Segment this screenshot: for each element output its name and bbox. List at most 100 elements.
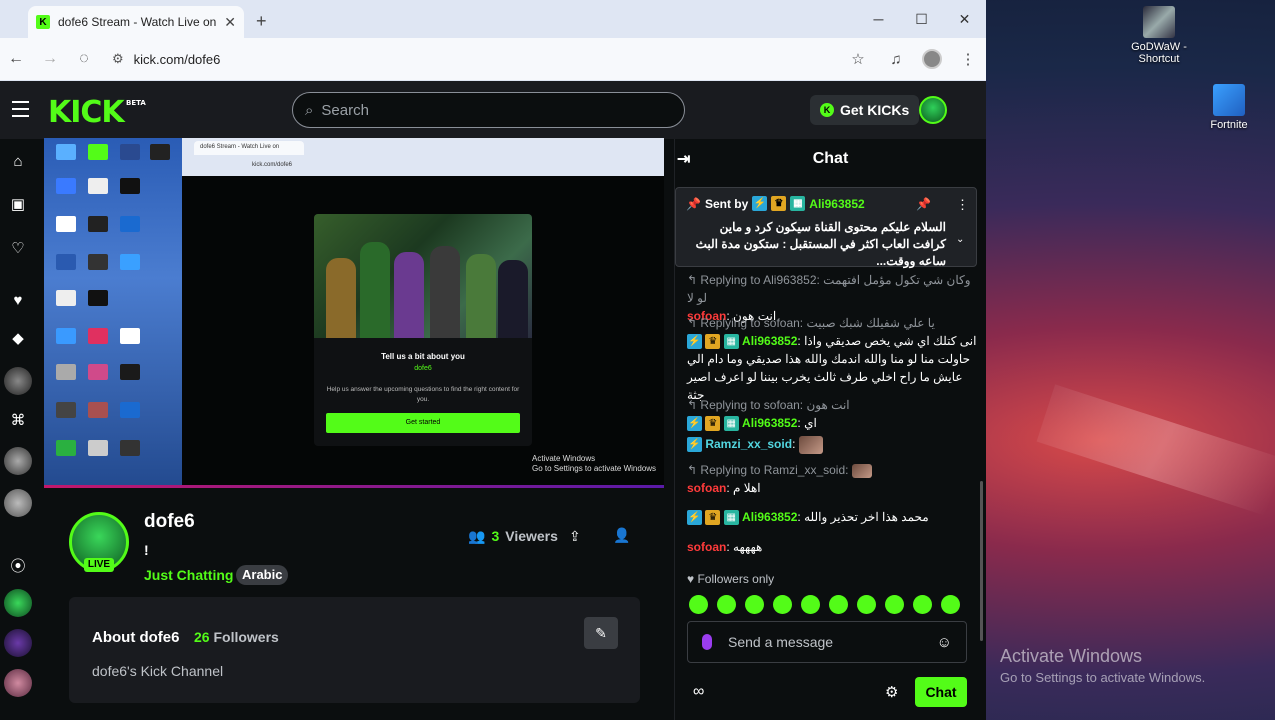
logo-text: KICK [48, 95, 125, 130]
live-broadcast-icon[interactable]: ⦿ [8, 557, 28, 577]
user-avatar[interactable] [919, 96, 947, 124]
pinned-sent-by: Sent by [704, 196, 749, 211]
back-icon[interactable]: ← [6, 50, 26, 68]
emote-button[interactable] [717, 595, 736, 614]
video-activate-line1: Activate Windows [532, 454, 596, 463]
chat-input[interactable]: Send a message ☺ [687, 621, 967, 663]
get-kicks-button[interactable]: K Get KICKs [810, 95, 920, 125]
reply-text: يا علي شفيلك شبك صبيت [806, 316, 935, 330]
video-progress-bar[interactable] [44, 485, 664, 488]
close-tab-icon[interactable]: ✕ [224, 14, 236, 31]
chat-username[interactable]: Ali963852 [742, 416, 797, 430]
emote-button[interactable] [941, 595, 960, 614]
more-menu-icon[interactable]: ⋮ [956, 50, 980, 68]
video-modal-name: dofe6 [414, 365, 432, 372]
window-controls: ─ ☐ ✕ [857, 0, 986, 38]
bookmark-star-icon[interactable]: ☆ [846, 50, 870, 68]
address-bar: ← → ◌ ⚙ kick.com/dofe6 ☆ ♫ ⋮ [0, 38, 986, 80]
language-tag[interactable]: Arabic [236, 565, 289, 585]
pin-icon: 📌 [686, 196, 701, 211]
browse-icon[interactable]: ▣ [8, 195, 28, 215]
chat-username[interactable]: Ramzi_xx_soid [705, 437, 792, 451]
emote-button[interactable] [829, 595, 848, 614]
emoji-picker-icon[interactable]: ☺ [937, 634, 952, 651]
message-text: ههههه [733, 540, 763, 554]
media-control-icon[interactable]: ♫ [884, 51, 908, 68]
url-text: kick.com/dofe6 [133, 51, 221, 67]
viewers-icon: 👥 [468, 528, 486, 544]
followed-channel-avatar[interactable] [4, 447, 32, 475]
following-heart-icon[interactable]: ♥ [8, 291, 28, 311]
expand-chevron-icon[interactable]: ⌄ [956, 234, 964, 245]
stream-category[interactable]: Just Chatting [144, 567, 233, 583]
video-player[interactable]: dofe6 Stream - Watch Live on kick.com/do… [44, 138, 664, 488]
kick-logo[interactable]: KICK BETA [48, 95, 146, 130]
home-icon[interactable]: ⌂ [8, 152, 28, 172]
emote-button[interactable] [745, 595, 764, 614]
following-heart-outline-icon[interactable]: ♡ [8, 239, 28, 259]
about-title: About dofe6 [92, 629, 180, 646]
verified-badge-icon: ⚡ [687, 334, 702, 350]
page-scrollbar[interactable] [980, 481, 983, 641]
video-inner-tab: dofe6 Stream - Watch Live on [194, 141, 304, 155]
recommended-channel-avatar[interactable] [4, 589, 32, 617]
forward-icon[interactable]: → [40, 50, 60, 68]
followers-label: Followers [213, 629, 279, 645]
desktop-shortcut-godwaw[interactable]: GoDWaW - Shortcut [1124, 6, 1194, 65]
browser-tab[interactable]: K dofe6 Stream - Watch Live on K ✕ [28, 6, 244, 38]
gaming-controller-icon[interactable]: ⌘ [8, 411, 28, 431]
message-text: محمد هذا اخر تحذير والله [804, 510, 929, 524]
emote-button[interactable] [773, 595, 792, 614]
followers-number: 26 [194, 629, 210, 645]
hamburger-menu-icon[interactable] [12, 101, 29, 122]
kicks-diamond-icon[interactable]: ◆ [8, 329, 28, 349]
send-chat-button[interactable]: Chat [915, 677, 967, 707]
emote-button[interactable] [801, 595, 820, 614]
chat-message: ⚡ Ramzi_xx_soid: [687, 435, 977, 454]
pinned-more-icon[interactable]: ⋮ [956, 197, 969, 213]
reply-to-label: Replying to sofoan: [700, 398, 804, 412]
browser-window: K dofe6 Stream - Watch Live on K ✕ + ─ ☐… [0, 0, 986, 720]
new-tab-button[interactable]: + [256, 11, 267, 32]
channel-name[interactable]: dofe6 [144, 511, 195, 533]
emote-button[interactable] [689, 595, 708, 614]
profile-avatar[interactable] [922, 49, 942, 69]
reply-icon: ↰ [687, 398, 698, 412]
chat-footer: ∞ ⚙ Chat [687, 677, 967, 709]
loading-spinner-icon[interactable]: ◌ [74, 50, 94, 68]
unpin-icon[interactable]: 📌 [916, 197, 931, 211]
emote-button[interactable] [885, 595, 904, 614]
site-info-icon[interactable]: ⚙ [112, 51, 124, 67]
close-window-button[interactable]: ✕ [943, 0, 986, 38]
recommended-channel-avatar[interactable] [4, 669, 32, 697]
edit-pencil-icon[interactable]: ✎ [584, 617, 618, 649]
minimize-button[interactable]: ─ [857, 0, 900, 38]
microphone-icon[interactable] [702, 634, 712, 650]
pinned-username[interactable]: Ali963852 [809, 197, 864, 211]
chat-username[interactable]: sofoan [687, 481, 726, 495]
chat-settings-gear-icon[interactable]: ⚙ [885, 683, 898, 701]
desktop-shortcut-fortnite[interactable]: Fortnite [1194, 84, 1264, 131]
url-field[interactable]: ⚙ kick.com/dofe6 [108, 43, 832, 75]
recommended-channel-avatar[interactable] [4, 629, 32, 657]
search-input[interactable]: ⌕ Search [292, 92, 685, 128]
emote-button[interactable] [913, 595, 932, 614]
video-desktop-area [44, 138, 182, 488]
reply-context: ↰ Replying to Ali963852: وكان شي تكول مؤ… [687, 271, 977, 307]
video-modal-get-started: Get started [326, 413, 520, 433]
chat-username[interactable]: sofoan [687, 540, 726, 554]
followed-channel-avatar[interactable] [4, 367, 32, 395]
followed-channel-avatar[interactable] [4, 489, 32, 517]
activate-subtitle: Go to Settings to activate Windows. [1000, 670, 1206, 685]
infinity-icon[interactable]: ∞ [693, 683, 704, 701]
emote-button[interactable] [857, 595, 876, 614]
follow-user-icon[interactable]: 👤 [613, 527, 630, 544]
collapse-chat-icon[interactable]: ⇥ [677, 149, 690, 169]
share-icon[interactable]: ⇪ [569, 528, 581, 545]
chat-username[interactable]: Ali963852 [742, 510, 797, 524]
chat-message: ↰ Replying to sofoan: انت هون ⚡ ♛ ▦ Ali9… [687, 396, 977, 432]
viewers-label: Viewers [505, 528, 558, 544]
message-body: ⚡ ♛ ▦ Ali963852: اي [687, 416, 817, 432]
maximize-button[interactable]: ☐ [900, 0, 943, 38]
chat-username[interactable]: Ali963852 [742, 334, 797, 348]
